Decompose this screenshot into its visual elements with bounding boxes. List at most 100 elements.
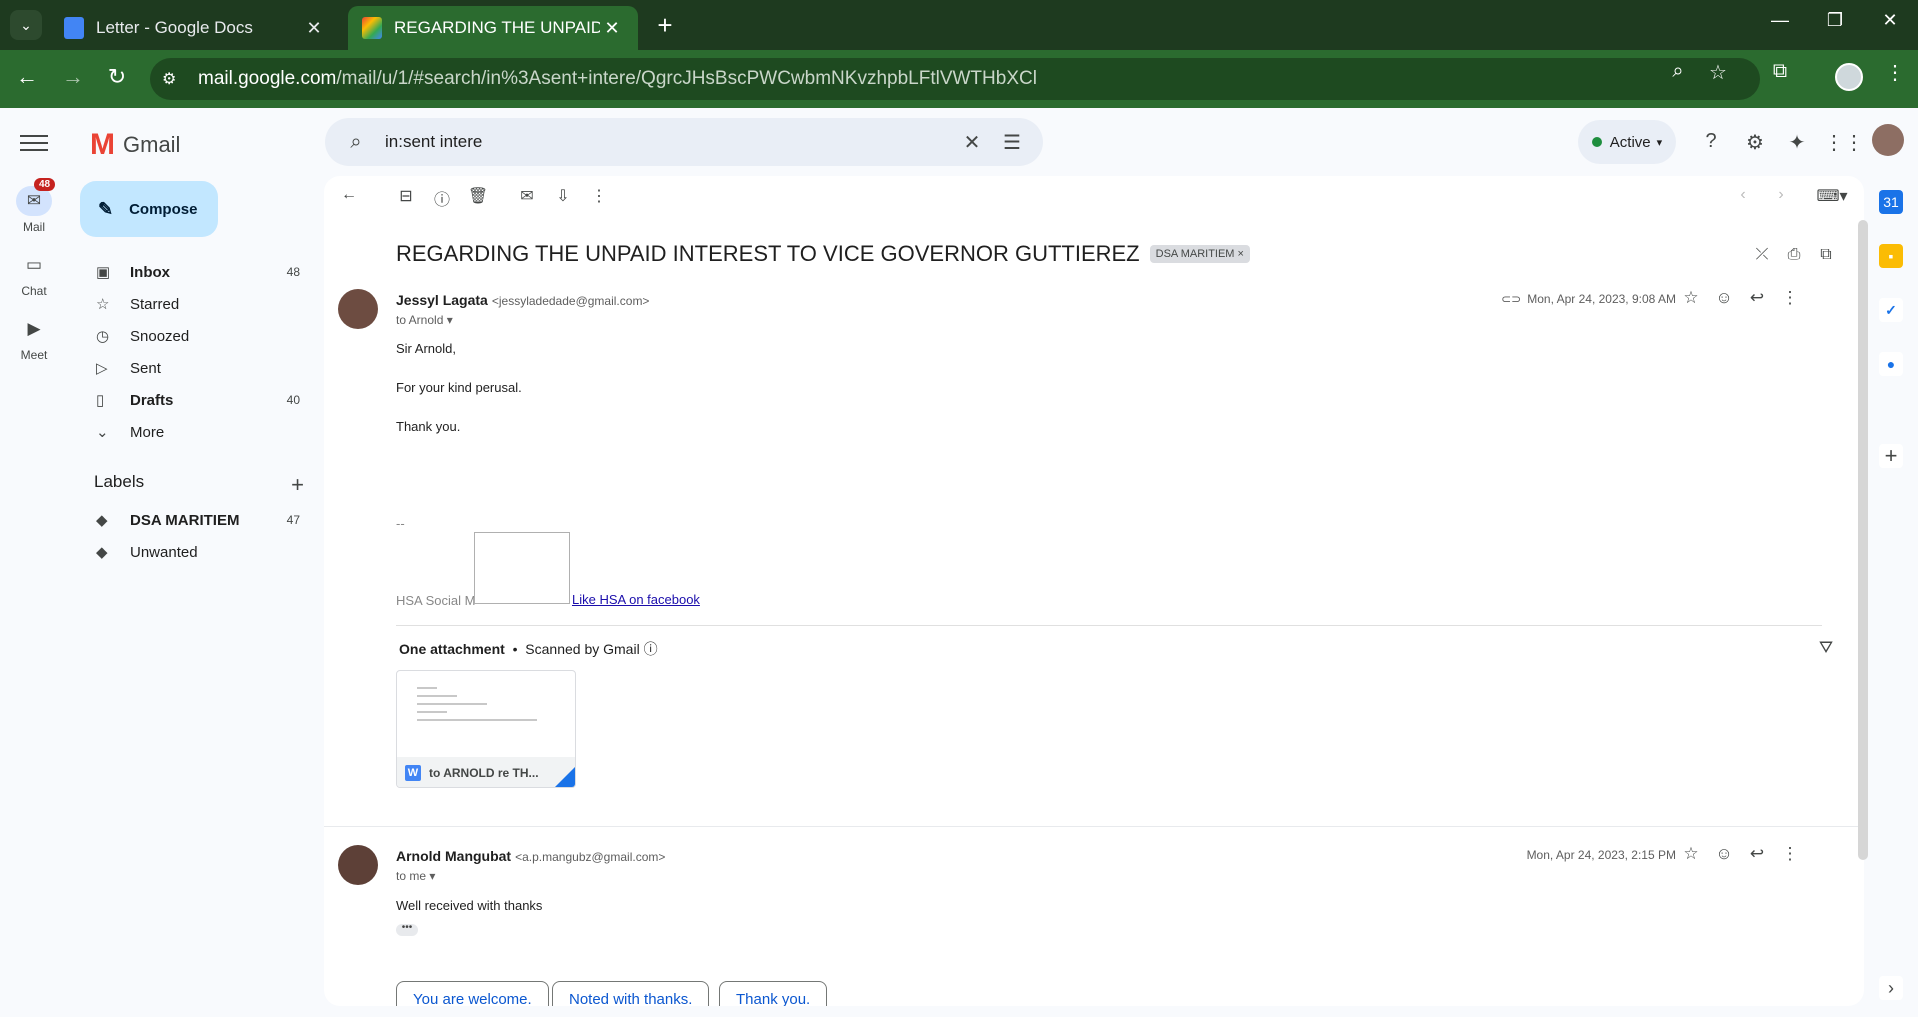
add-label-icon[interactable]: + (291, 472, 304, 498)
collapse-panel-icon[interactable]: › (1879, 976, 1903, 1000)
browser-profile-avatar[interactable] (1835, 63, 1863, 91)
search-options-icon[interactable]: ☰ (997, 130, 1027, 155)
search-icon[interactable]: ⌕ (341, 131, 371, 154)
nav-item-more[interactable]: ⌄ More (68, 416, 318, 448)
nav-item-sent[interactable]: ▷ Sent (68, 352, 318, 384)
bookmark-star-icon[interactable]: ☆ (1703, 60, 1733, 85)
nav-item-inbox[interactable]: ▣ Inbox 48 (68, 256, 318, 288)
save-to-drive-icon[interactable]: ⛛ (1812, 638, 1840, 658)
rail-item-mail[interactable]: ✉ 48 Mail (0, 178, 68, 234)
nav-item-starred[interactable]: ☆ Starred (68, 288, 318, 320)
account-avatar[interactable] (1872, 124, 1904, 156)
smart-reply-button[interactable]: Noted with thanks. (552, 981, 710, 1006)
help-icon[interactable]: ? (1696, 130, 1726, 153)
label-tag-icon: ◆ (96, 512, 108, 529)
print-icon[interactable]: ⎙ (1782, 246, 1806, 264)
emoji-react-icon[interactable]: ☺ (1710, 288, 1738, 308)
forward-icon[interactable]: → (58, 64, 88, 90)
address-bar[interactable]: ⚙ mail.google.com/mail/u/1/#search/in%3A… (150, 58, 1760, 100)
nav-label: Snoozed (130, 327, 190, 345)
main-menu-icon[interactable] (20, 130, 48, 156)
labels-title: Labels (94, 472, 145, 491)
browser-tab-gmail[interactable]: REGARDING THE UNPAID INTER ✕ (348, 6, 638, 50)
back-to-list-icon[interactable]: ← (334, 186, 364, 204)
signature-separator: -- (396, 516, 405, 531)
show-trimmed-content-button[interactable]: ••• (396, 923, 418, 936)
delete-icon[interactable]: 🗑 (463, 186, 493, 206)
contacts-icon[interactable]: ● (1879, 352, 1903, 376)
add-addon-icon[interactable]: + (1879, 444, 1903, 468)
send-icon: ▷ (96, 360, 108, 377)
keep-icon[interactable]: ▪ (1879, 244, 1903, 268)
tab-search-button[interactable]: ⌄ (10, 10, 42, 40)
back-icon[interactable]: ← (12, 64, 42, 90)
open-new-window-icon[interactable]: ⧉ (1814, 246, 1838, 264)
search-input[interactable]: in:sent intere (385, 132, 957, 152)
reply-icon[interactable]: ↩ (1743, 288, 1771, 308)
extensions-icon[interactable]: ⧉ (1765, 60, 1795, 83)
apps-grid-icon[interactable]: ⋮⋮ (1824, 130, 1864, 155)
new-tab-button[interactable]: + (650, 10, 680, 41)
older-icon[interactable]: › (1766, 186, 1796, 204)
browser-menu-icon[interactable]: ⋮ (1880, 60, 1910, 85)
site-info-icon[interactable]: ⚙ (162, 69, 188, 89)
more-options-icon[interactable]: ⋮ (1776, 288, 1804, 308)
rail-item-chat[interactable]: ▭ Chat (0, 250, 68, 298)
search-bar[interactable]: ⌕ in:sent intere ✕ ☰ (325, 118, 1043, 166)
recipients-toggle[interactable]: to Arnold ▾ (396, 313, 453, 327)
reply-icon[interactable]: ↩ (1743, 844, 1771, 864)
label-chip[interactable]: DSA MARITIEM × (1149, 245, 1250, 263)
restore-icon[interactable]: ❐ (1815, 10, 1855, 31)
settings-gear-icon[interactable]: ⚙ (1740, 130, 1770, 155)
browser-tab-docs[interactable]: Letter - Google Docs ✕ (50, 6, 340, 50)
gmail-header: M Gmail ⌕ in:sent intere ✕ ☰ Active ▾ ? … (0, 108, 1918, 176)
star-icon[interactable]: ☆ (1677, 288, 1705, 308)
collapse-all-icon[interactable]: ⤫ (1750, 246, 1774, 264)
calendar-icon[interactable]: 31 (1879, 190, 1903, 214)
compose-button[interactable]: ✎ Compose (80, 181, 218, 237)
browser-toolbar: ← → ↻ ⚙ mail.google.com/mail/u/1/#search… (0, 50, 1918, 108)
mark-unread-icon[interactable]: ✉ (512, 186, 542, 206)
more-options-icon[interactable]: ⋮ (1776, 844, 1804, 864)
gmail-logo[interactable]: M Gmail (90, 128, 180, 162)
scan-status: Scanned by Gmail (525, 641, 640, 657)
input-tools-icon[interactable]: ⌨▾ (1812, 186, 1852, 206)
reload-icon[interactable]: ↻ (102, 64, 132, 90)
label-name: Unwanted (130, 543, 198, 561)
rail-item-meet[interactable]: ▶ Meet (0, 314, 68, 362)
url-path: /mail/u/1/#search/in%3Asent+intere/QgrcJ… (336, 68, 1037, 89)
gemini-sparkle-icon[interactable]: ✦ (1782, 130, 1812, 155)
newer-icon[interactable]: ‹ (1728, 186, 1758, 204)
move-to-icon[interactable]: ⇩ (548, 186, 578, 206)
emoji-react-icon[interactable]: ☺ (1710, 844, 1738, 864)
smart-reply-button[interactable]: You are welcome. (396, 981, 549, 1006)
chevron-down-icon: ▾ (1656, 136, 1663, 149)
close-window-icon[interactable]: ✕ (1870, 10, 1910, 31)
facebook-link[interactable]: Like HSA on facebook (572, 592, 700, 607)
zoom-icon[interactable]: ⌕ (1663, 60, 1693, 83)
body-line: Sir Arnold, (396, 341, 456, 356)
email-thread-view: ← ⊟ ⓘ 🗑 ✉ ⇩ ⋮ ‹ › ⌨▾ REGARDING THE UNPAI… (324, 176, 1864, 1006)
label-item-dsa-maritiem[interactable]: ◆ DSA MARITIEM 47 (68, 504, 318, 536)
clear-search-icon[interactable]: ✕ (957, 130, 987, 155)
attachment-card[interactable]: W to ARNOLD re TH... (396, 670, 576, 788)
more-actions-icon[interactable]: ⋮ (584, 186, 614, 206)
star-icon[interactable]: ☆ (1677, 844, 1705, 864)
label-item-unwanted[interactable]: ◆ Unwanted (68, 536, 318, 568)
word-doc-icon: W (405, 765, 421, 781)
tasks-icon[interactable]: ✓ (1879, 298, 1903, 322)
close-tab-icon[interactable]: ✕ (600, 18, 624, 39)
status-selector[interactable]: Active ▾ (1578, 120, 1676, 164)
nav-item-drafts[interactable]: ▯ Drafts 40 (68, 384, 318, 416)
attachment-clip-icon: ⊂⊃ (1501, 292, 1522, 306)
info-icon[interactable]: ⓘ (644, 641, 658, 657)
report-spam-icon[interactable]: ⓘ (427, 186, 457, 210)
body-line: Thank you. (396, 419, 461, 434)
nav-item-snoozed[interactable]: ◷ Snoozed (68, 320, 318, 352)
attachment-divider (396, 625, 1822, 626)
minimize-icon[interactable]: — (1760, 10, 1800, 31)
smart-reply-button[interactable]: Thank you. (719, 981, 828, 1006)
recipients-toggle[interactable]: to me ▾ (396, 869, 435, 883)
archive-icon[interactable]: ⊟ (391, 186, 421, 206)
close-tab-icon[interactable]: ✕ (302, 18, 326, 39)
